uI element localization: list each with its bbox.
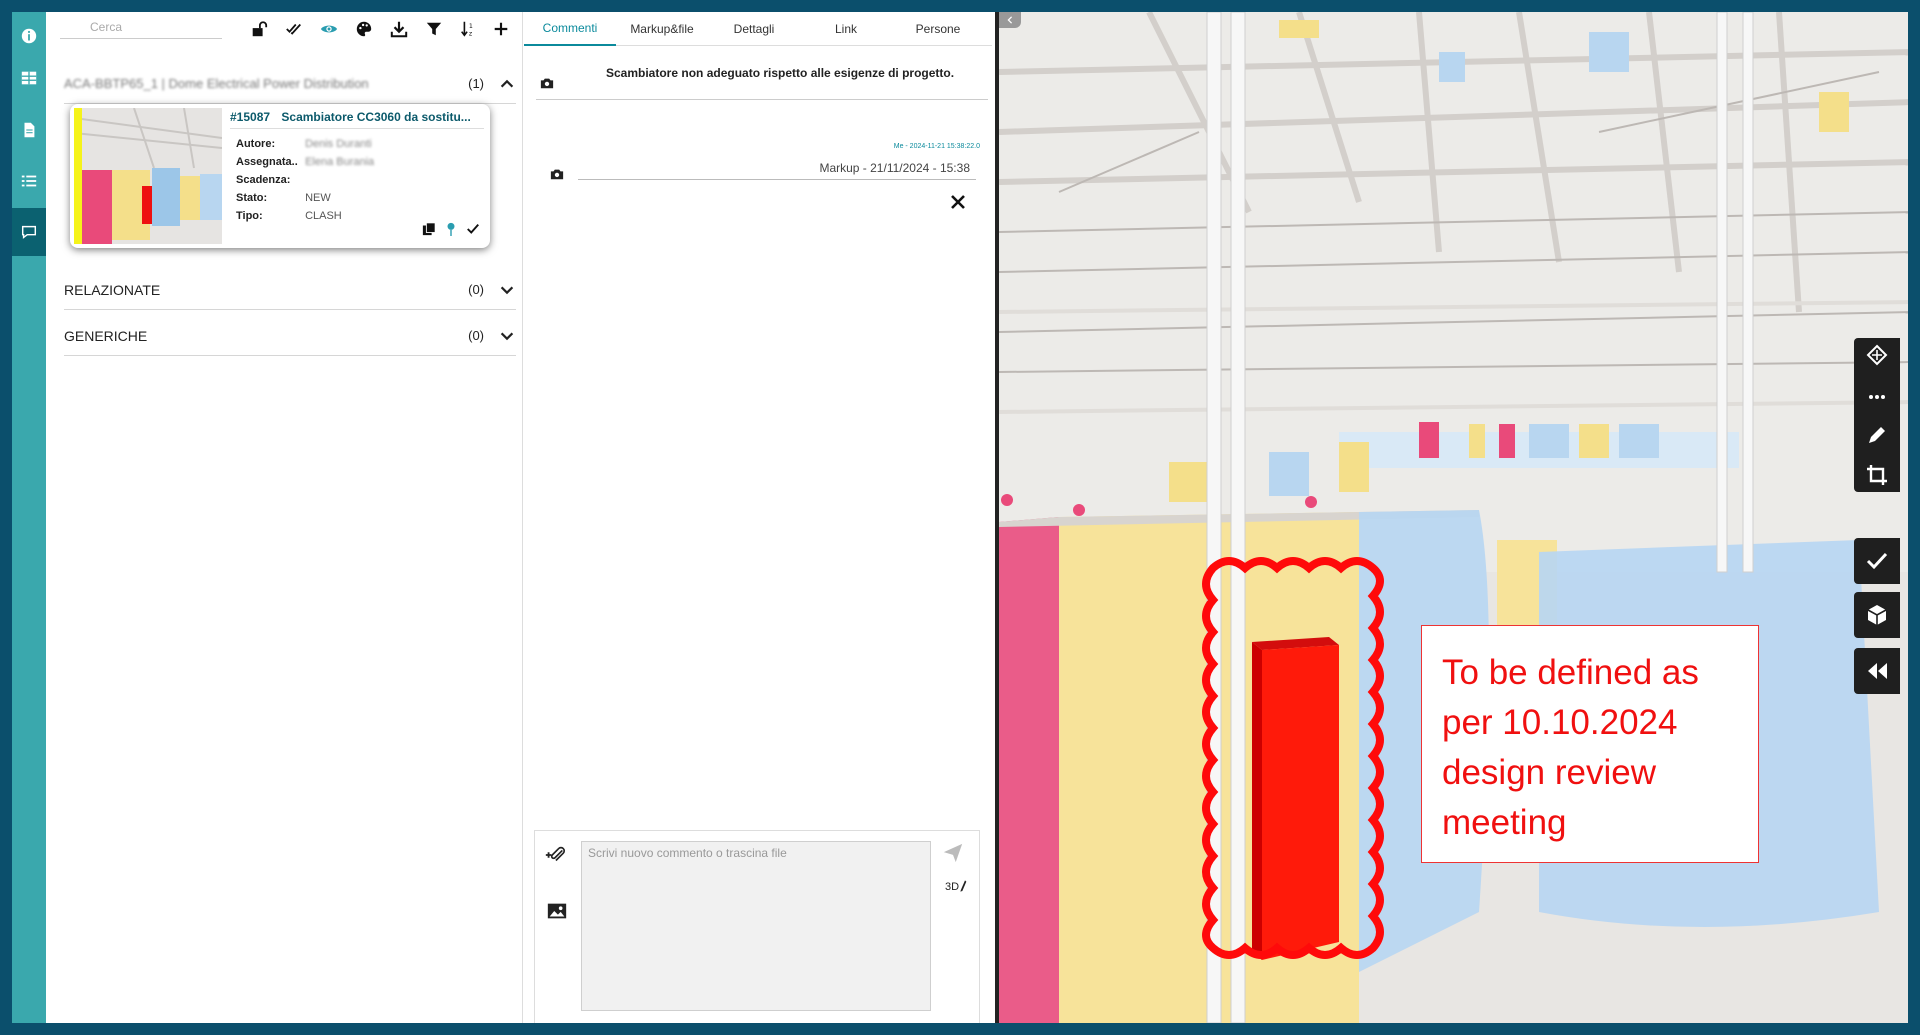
comments-panel: Commenti Markup&file Dettagli Link Perso… [524, 12, 992, 1023]
download-icon[interactable] [388, 18, 410, 40]
issue-thumbnail [74, 108, 222, 244]
sort-icon[interactable]: 1z [457, 18, 479, 40]
markup-divider [578, 179, 976, 180]
table-icon[interactable] [12, 54, 46, 102]
issue-number: #15087 [230, 110, 271, 124]
author-label: Autore: [236, 138, 276, 150]
lock-open-icon[interactable] [248, 18, 270, 40]
detail-tabs: Commenti Markup&file Dettagli Link Perso… [524, 12, 992, 46]
issue-title[interactable]: #15087 Scambiatore CC3060 da sostitu... [230, 110, 471, 124]
list-icon[interactable] [12, 157, 46, 205]
assignee-label: Assegnata.. [236, 156, 298, 168]
issue-type-row: Tipo: CLASH [236, 210, 342, 222]
assignee-value: Elena Burania [305, 156, 375, 168]
group-title: GENERICHE [64, 327, 148, 344]
cube-icon[interactable] [1854, 592, 1900, 638]
markup-3d-label: 3D [944, 881, 960, 893]
author-value: Denis Duranti [305, 138, 372, 150]
card-actions [422, 222, 480, 236]
comment-icon[interactable] [12, 208, 46, 256]
issue-group-header[interactable]: ACA-BBTP65_1 | Dome Electrical Power Dis… [64, 64, 516, 104]
status-label: Stato: [236, 192, 268, 204]
comment-textarea[interactable] [581, 841, 931, 1011]
tab-dettagli[interactable]: Dettagli [708, 12, 800, 46]
group-title: RELAZIONATE [64, 281, 161, 298]
3d-viewer[interactable]: To be defined as per 10.10.2024 design r… [995, 12, 1908, 1023]
issues-toolbar: 1z [46, 12, 523, 46]
chevron-down-icon[interactable] [498, 327, 516, 345]
comment-item: Scambiatore non adeguato rispetto alle e… [536, 52, 988, 100]
section-icon[interactable] [1865, 343, 1889, 367]
send-icon[interactable] [941, 841, 965, 865]
type-value: CLASH [305, 210, 342, 222]
svg-text:z: z [469, 30, 473, 37]
markup-label[interactable]: Markup - 21/11/2024 - 15:38 [819, 161, 970, 175]
comment-text: Scambiatore non adeguato rispetto alle e… [606, 66, 955, 80]
comment-composer: 3D [534, 830, 980, 1023]
palette-icon[interactable] [353, 18, 375, 40]
attach-icon[interactable] [543, 843, 567, 867]
issue-assignee-row: Assegnata.. Elena Burania [236, 156, 374, 168]
issue-status-row: Stato: NEW [236, 192, 331, 204]
due-label: Scadenza: [236, 174, 291, 186]
pin-icon[interactable] [444, 222, 458, 236]
search-input[interactable] [60, 15, 222, 39]
tab-persone[interactable]: Persone [892, 12, 984, 46]
camera-icon[interactable] [540, 76, 554, 90]
filter-icon[interactable] [423, 18, 445, 40]
svg-text:1: 1 [469, 23, 473, 30]
info-icon[interactable] [12, 12, 46, 60]
issue-group-header[interactable]: GENERICHE (0) [64, 316, 516, 356]
group-count: (0) [468, 328, 484, 343]
rewind-icon[interactable] [1854, 648, 1900, 694]
plus-icon[interactable] [490, 18, 512, 40]
check-icon[interactable] [1854, 538, 1900, 584]
image-icon[interactable] [545, 899, 569, 923]
chevron-down-icon[interactable] [498, 281, 516, 299]
more-icon[interactable] [1865, 383, 1889, 407]
issue-due-row: Scadenza: [236, 174, 302, 186]
comment-meta: Me - 2024-11-21 15:38:22.0 [893, 143, 980, 150]
nav-rail [12, 12, 46, 1023]
tab-commenti[interactable]: Commenti [524, 12, 616, 46]
status-value: NEW [305, 192, 331, 204]
eye-icon[interactable] [318, 18, 340, 40]
issue-group-header[interactable]: RELAZIONATE (0) [64, 270, 516, 310]
double-check-icon[interactable] [283, 18, 305, 40]
group-title: ACA-BBTP65_1 | Dome Electrical Power Dis… [64, 76, 369, 91]
document-icon[interactable] [12, 106, 46, 154]
pen-icon[interactable] [1865, 423, 1889, 447]
issue-author-row: Autore: Denis Duranti [236, 138, 372, 150]
copy-icon[interactable] [422, 222, 436, 236]
issue-title-text: Scambiatore CC3060 da sostitu... [281, 110, 471, 124]
group-count: (0) [468, 282, 484, 297]
issues-panel: 1z ACA-BBTP65_1 | Dome Electrical Power … [46, 12, 523, 1023]
camera-icon[interactable] [550, 167, 564, 181]
3d-scene [999, 12, 1908, 1023]
collapse-panel-button[interactable] [999, 12, 1021, 28]
check-icon[interactable] [466, 222, 480, 236]
issue-card[interactable]: #15087 Scambiatore CC3060 da sostitu... … [70, 104, 490, 248]
viewer-toolbar-group [1854, 338, 1900, 492]
tab-markup-file[interactable]: Markup&file [616, 12, 708, 46]
markup-3d-icon[interactable]: 3D [941, 875, 971, 899]
crop-icon[interactable] [1865, 463, 1889, 487]
app-frame: 1z ACA-BBTP65_1 | Dome Electrical Power … [12, 12, 1908, 1023]
annotation-text: To be defined as per 10.10.2024 design r… [1442, 653, 1699, 842]
close-icon[interactable] [950, 194, 966, 210]
type-label: Tipo: [236, 210, 263, 222]
group-count: (1) [468, 76, 484, 91]
chevron-left-icon [1007, 16, 1013, 24]
markup-annotation[interactable]: To be defined as per 10.10.2024 design r… [1421, 625, 1759, 863]
chevron-up-icon[interactable] [498, 75, 516, 93]
card-divider [230, 128, 484, 129]
tab-link[interactable]: Link [800, 12, 892, 46]
